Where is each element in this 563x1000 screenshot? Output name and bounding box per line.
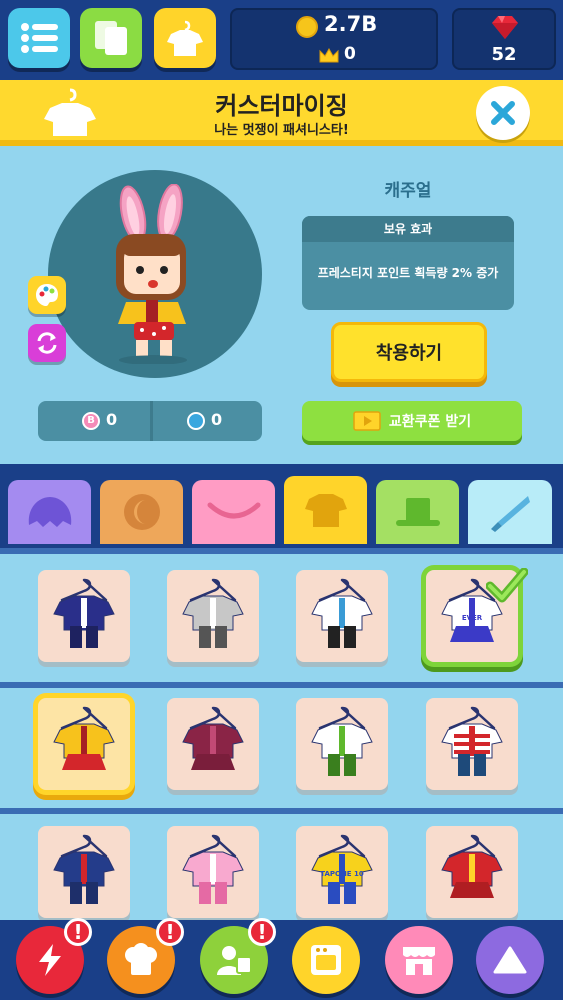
outfit-card-green-school[interactable] — [296, 698, 388, 790]
crown-count: 0 — [344, 44, 356, 64]
outfit-card-casual-cape[interactable] — [38, 698, 130, 790]
checkmark-icon — [485, 567, 529, 608]
staff-alert-badge: ! — [248, 918, 276, 946]
hanger-outfit-icon — [441, 706, 503, 776]
outfit-card-red-chinese[interactable] — [426, 826, 518, 918]
hanger-outfit-icon — [182, 834, 244, 904]
palette-button[interactable] — [28, 276, 66, 314]
tab-outfit[interactable] — [284, 476, 367, 544]
coupon-label: 교환쿠폰 받기 — [388, 414, 472, 430]
boost-alert-badge: ! — [64, 918, 92, 946]
outfit-card-doctor-gown[interactable] — [296, 570, 388, 662]
store-icon — [403, 947, 435, 975]
effect-title: 보유 효과 — [302, 216, 514, 242]
knife-icon — [491, 496, 530, 532]
character-avatar — [116, 184, 187, 364]
menu-button[interactable] — [8, 8, 70, 68]
cards-button[interactable] — [80, 8, 142, 68]
mouth-icon — [207, 502, 260, 519]
coupon-button[interactable]: 교환쿠폰 받기 — [302, 401, 522, 441]
hanger-outfit-icon — [182, 706, 244, 770]
hanger-outfit-icon — [311, 578, 373, 648]
hanger-outfit-icon — [311, 706, 373, 776]
gem-count: 52 — [491, 44, 517, 65]
nav-oven-button[interactable] — [292, 926, 360, 994]
hanger-outfit-icon — [182, 578, 244, 648]
eye-icon — [123, 494, 160, 530]
tab-hat[interactable] — [376, 480, 459, 544]
hat-icon — [395, 498, 440, 526]
currency-box: 2.7B 0 — [230, 8, 438, 70]
gold-amount: 2.7B — [324, 12, 378, 36]
tab-face[interactable] — [100, 480, 183, 544]
hanger-outfit-icon — [441, 834, 503, 898]
effect-box: 보유 효과 프레스티지 포인트 획득량 2% 증가 — [302, 216, 514, 310]
outfit-card-striped-shirt[interactable] — [426, 698, 518, 790]
close-icon — [491, 101, 515, 125]
b-coin-icon: B — [82, 412, 100, 430]
staff-icon — [217, 946, 252, 975]
row-divider — [0, 682, 563, 688]
outfit-badge-text: EVER — [462, 614, 483, 622]
stats-divider — [150, 401, 153, 441]
lightning-icon — [39, 944, 61, 976]
chef-hat-icon — [125, 943, 157, 975]
outfit-card-navy-suit[interactable] — [38, 570, 130, 662]
gem-icon — [492, 16, 518, 39]
crown-icon — [319, 47, 339, 63]
shirt-icon — [304, 494, 347, 527]
gem-box[interactable]: 52 — [452, 8, 556, 70]
hair-icon — [28, 497, 71, 527]
tab-hair[interactable] — [8, 480, 91, 544]
outfit-card-soccer-jersey[interactable]: TAPONE 10 — [296, 826, 388, 918]
outfit-card-pink-bunny[interactable] — [167, 826, 259, 918]
close-button[interactable] — [476, 86, 530, 140]
oven-icon — [311, 945, 341, 975]
row-divider — [0, 808, 563, 814]
gold-coin-icon — [296, 16, 318, 38]
outfit-card-grey-hoodie[interactable] — [167, 570, 259, 662]
triangle-up-icon — [493, 946, 527, 974]
outfit-card-maroon-dress[interactable] — [167, 698, 259, 790]
row-divider — [0, 548, 563, 554]
list-icon — [21, 23, 58, 53]
tab-accessory[interactable] — [468, 480, 552, 544]
apply-button[interactable]: 착용하기 — [331, 322, 487, 382]
hanger-outfit-icon — [53, 578, 115, 648]
effect-text: 프레스티지 포인트 획득량 2% 증가 — [317, 266, 499, 280]
palette-icon — [36, 284, 58, 306]
nav-up-button[interactable] — [476, 926, 544, 994]
b-coin-count: 0 — [106, 410, 118, 429]
ring-icon — [187, 412, 205, 430]
hanger-outfit-icon — [53, 706, 115, 770]
outfit-card-navy-robe[interactable] — [38, 826, 130, 918]
hanger-outfit-icon — [53, 834, 115, 904]
rotate-button[interactable] — [28, 324, 66, 362]
hanger-shirt-icon — [167, 20, 203, 56]
costume-name: 캐주얼 — [384, 181, 432, 201]
chef-alert-badge: ! — [156, 918, 184, 946]
tab-mouth[interactable] — [192, 480, 275, 544]
ring-count: 0 — [211, 410, 223, 429]
video-ticket-icon — [353, 411, 381, 431]
wardrobe-button[interactable] — [154, 8, 216, 68]
nav-shop-button[interactable] — [385, 926, 453, 994]
cards-icon — [95, 21, 127, 55]
outfit-badge-text: TAPONE 10 — [320, 870, 364, 878]
stats-box: B 0 0 — [38, 401, 262, 441]
hanger-outfit-icon: TAPONE 10 — [311, 834, 373, 904]
refresh-icon — [37, 332, 57, 354]
